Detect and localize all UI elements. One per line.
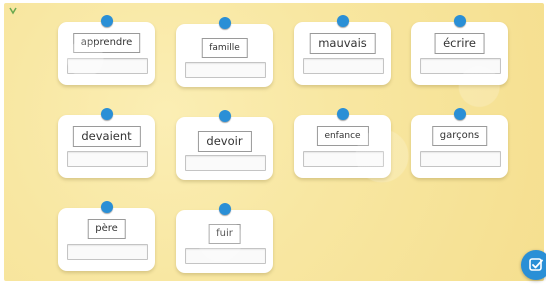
word-card: apprendre [58,15,155,85]
word-label: garçons [431,126,488,146]
word-card: devaient [58,108,155,178]
word-card: mauvais [294,15,391,85]
answer-input[interactable] [185,62,266,78]
word-card: famille [176,17,273,87]
pin-icon [336,108,349,120]
pin-icon [453,15,466,27]
answer-input[interactable] [420,58,501,74]
word-label: écrire [434,33,485,54]
pin-icon [218,110,231,122]
word-card: père [58,201,155,271]
pin-icon [218,17,231,29]
word-label: mauvais [309,33,376,54]
answer-input[interactable] [303,58,384,74]
word-card: garçons [411,108,508,178]
answer-input[interactable] [185,155,266,171]
word-card: écrire [411,15,508,85]
pin-icon [453,108,466,120]
word-card: fuir [176,203,273,273]
exercise-board: apprendre famille mauvais écrire devaien… [4,3,544,281]
pin-icon [100,15,113,27]
pin-icon [336,15,349,27]
pin-icon [100,108,113,120]
check-square-icon [529,258,543,271]
word-label: père [87,219,126,239]
word-label: devaient [72,126,141,147]
word-card: enfance [294,108,391,178]
word-label: apprendre [72,33,141,53]
check-answers-button[interactable] [521,250,546,280]
answer-input[interactable] [303,151,384,167]
answer-input[interactable] [420,151,501,167]
answer-input[interactable] [67,244,148,260]
app-logo-icon [9,7,17,15]
pin-icon [218,203,231,215]
word-label: famille [201,38,248,58]
word-label: fuir [208,224,241,244]
word-card: devoir [176,110,273,180]
word-label: enfance [316,126,369,146]
word-label: devoir [197,131,252,152]
pin-icon [100,201,113,213]
answer-input[interactable] [67,58,148,74]
answer-input[interactable] [67,151,148,167]
answer-input[interactable] [185,248,266,264]
